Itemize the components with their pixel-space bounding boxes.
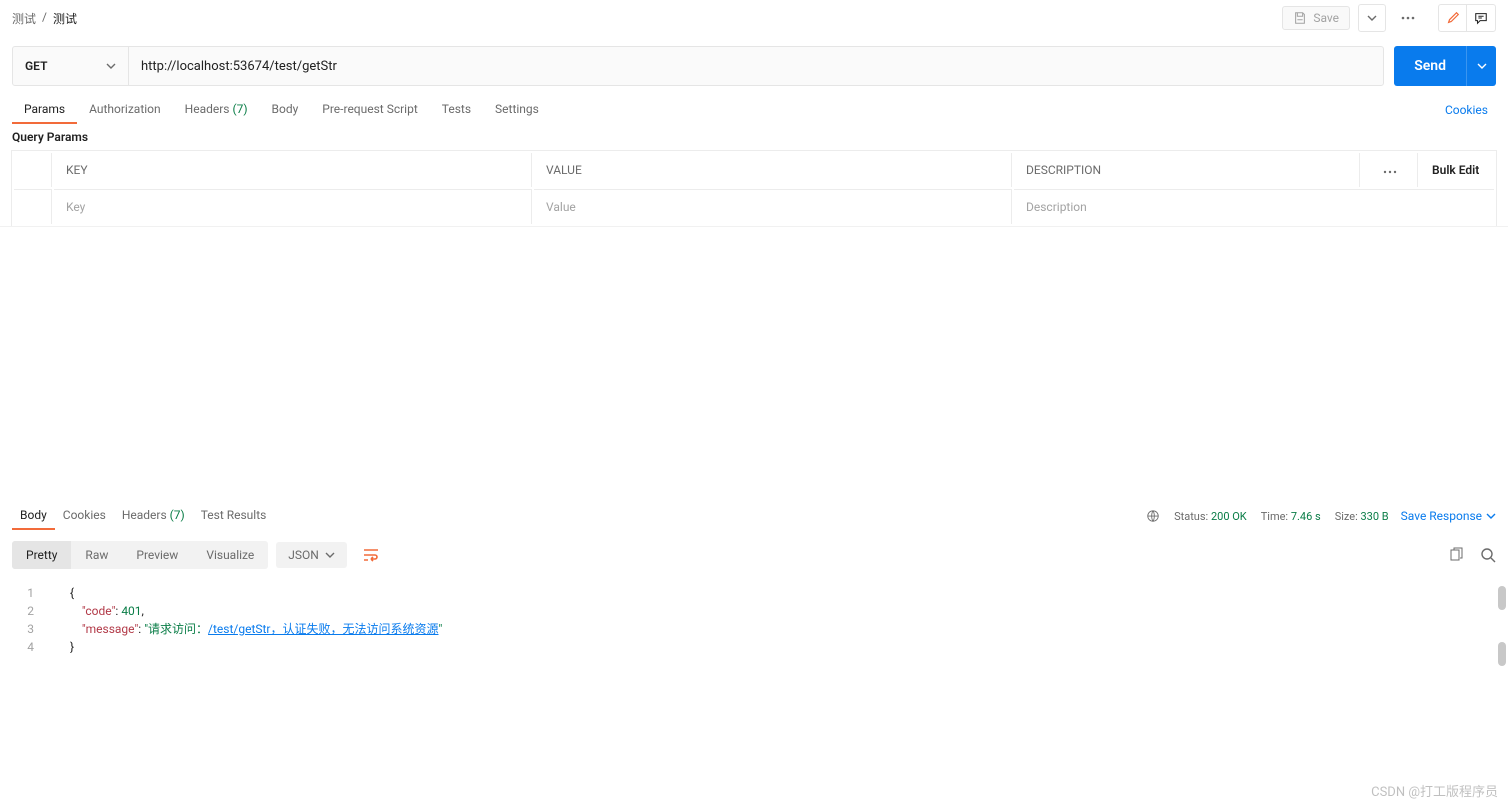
save-icon <box>1293 11 1307 25</box>
breadcrumb-parent[interactable]: 测试 <box>12 10 36 27</box>
save-response-label: Save Response <box>1401 509 1482 523</box>
col-description: DESCRIPTION <box>1014 153 1360 187</box>
col-value: VALUE <box>534 153 1012 187</box>
send-button[interactable]: Send <box>1394 46 1466 86</box>
time-label: Time: <box>1261 510 1288 523</box>
response-body[interactable]: 1{ 2 "code": 401, 3 "message": "请求访问：/te… <box>0 580 1508 656</box>
response-tab-body[interactable]: Body <box>12 502 55 530</box>
tab-prerequest[interactable]: Pre-request Script <box>310 96 429 124</box>
save-chevron-button[interactable] <box>1358 4 1386 32</box>
value-input[interactable]: Value <box>534 189 1012 224</box>
col-actions[interactable] <box>1362 153 1418 187</box>
response-tab-headers-label: Headers <box>122 508 167 522</box>
wrap-icon <box>363 548 379 562</box>
json-val-message-pre: 请求访问： <box>148 622 208 636</box>
globe-icon[interactable] <box>1146 509 1160 523</box>
copy-icon[interactable] <box>1448 547 1464 563</box>
chevron-down-icon <box>1477 61 1487 71</box>
status-value: 200 OK <box>1211 510 1247 523</box>
params-table: KEY VALUE DESCRIPTION Bulk Edit Key Valu… <box>11 150 1497 227</box>
col-checkbox <box>14 153 52 187</box>
time-value: 7.46 s <box>1291 510 1321 523</box>
send-chevron-button[interactable] <box>1466 46 1496 86</box>
format-value: JSON <box>288 548 319 562</box>
breadcrumb-current: 测试 <box>53 10 77 27</box>
tab-tests[interactable]: Tests <box>430 96 483 124</box>
save-button[interactable]: Save <box>1282 6 1350 30</box>
time-block[interactable]: Time: 7.46 s <box>1261 510 1321 523</box>
url-input[interactable] <box>129 47 1383 85</box>
save-label: Save <box>1313 11 1339 25</box>
search-icon[interactable] <box>1480 547 1496 563</box>
chevron-down-icon <box>325 550 335 560</box>
watermark: CSDN @打工版程序员 <box>1371 781 1498 800</box>
chevron-down-icon <box>1486 511 1496 521</box>
json-key-message: "message" <box>82 622 138 636</box>
view-raw[interactable]: Raw <box>71 541 122 569</box>
query-params-heading: Query Params <box>0 124 1508 150</box>
status-label: Status: <box>1174 510 1208 523</box>
ellipsis-icon <box>1401 16 1415 20</box>
response-tab-cookies[interactable]: Cookies <box>55 502 114 530</box>
response-tab-test-results[interactable]: Test Results <box>193 502 275 530</box>
format-select[interactable]: JSON <box>276 542 347 568</box>
tab-settings[interactable]: Settings <box>483 96 551 124</box>
json-quote: " <box>439 622 443 636</box>
breadcrumb: 测试 / 测试 <box>12 10 1282 27</box>
wrap-lines-button[interactable] <box>355 540 387 570</box>
more-options-button[interactable] <box>1394 4 1422 32</box>
comment-icon <box>1474 11 1488 25</box>
json-comma: , <box>142 604 144 618</box>
cookies-link[interactable]: Cookies <box>1445 103 1496 117</box>
tab-params[interactable]: Params <box>12 96 77 124</box>
description-input[interactable]: Description <box>1014 189 1494 224</box>
ellipsis-icon <box>1383 170 1397 174</box>
json-val-code: 401 <box>121 604 141 618</box>
pencil-icon <box>1446 11 1460 25</box>
bulk-edit-button[interactable]: Bulk Edit <box>1420 153 1494 187</box>
chevron-down-icon <box>1367 13 1377 23</box>
view-pretty[interactable]: Pretty <box>12 541 71 569</box>
response-tab-headers-count: (7) <box>170 508 185 522</box>
tab-headers-label: Headers <box>185 102 230 116</box>
http-method-select[interactable]: GET <box>13 47 129 85</box>
view-visualize[interactable]: Visualize <box>192 541 268 569</box>
tab-authorization[interactable]: Authorization <box>77 96 173 124</box>
chevron-down-icon <box>106 61 116 71</box>
json-brace-close: } <box>70 640 74 654</box>
tab-body[interactable]: Body <box>260 96 311 124</box>
http-method-value: GET <box>25 59 47 73</box>
scrollbar-thumb[interactable] <box>1498 642 1506 666</box>
size-block[interactable]: Size: 330 B <box>1335 510 1389 523</box>
size-label: Size: <box>1335 510 1358 523</box>
response-tab-headers[interactable]: Headers (7) <box>114 502 193 530</box>
documentation-button[interactable] <box>1439 5 1467 31</box>
json-key-code: "code" <box>82 604 116 618</box>
json-brace-open: { <box>70 586 74 600</box>
col-key: KEY <box>54 153 532 187</box>
row-checkbox[interactable] <box>14 189 52 224</box>
tab-headers-count: (7) <box>232 102 247 116</box>
size-value: 330 B <box>1361 510 1389 523</box>
key-input[interactable]: Key <box>54 189 532 224</box>
view-preview[interactable]: Preview <box>122 541 192 569</box>
tab-headers[interactable]: Headers (7) <box>173 96 260 124</box>
json-val-message-link[interactable]: /test/getStr，认证失败，无法访问系统资源 <box>208 622 438 636</box>
comments-button[interactable] <box>1467 5 1495 31</box>
save-response-button[interactable]: Save Response <box>1401 509 1496 523</box>
scrollbar-thumb[interactable] <box>1498 586 1506 610</box>
status-block[interactable]: Status: 200 OK <box>1174 510 1247 523</box>
breadcrumb-separator: / <box>42 10 47 27</box>
